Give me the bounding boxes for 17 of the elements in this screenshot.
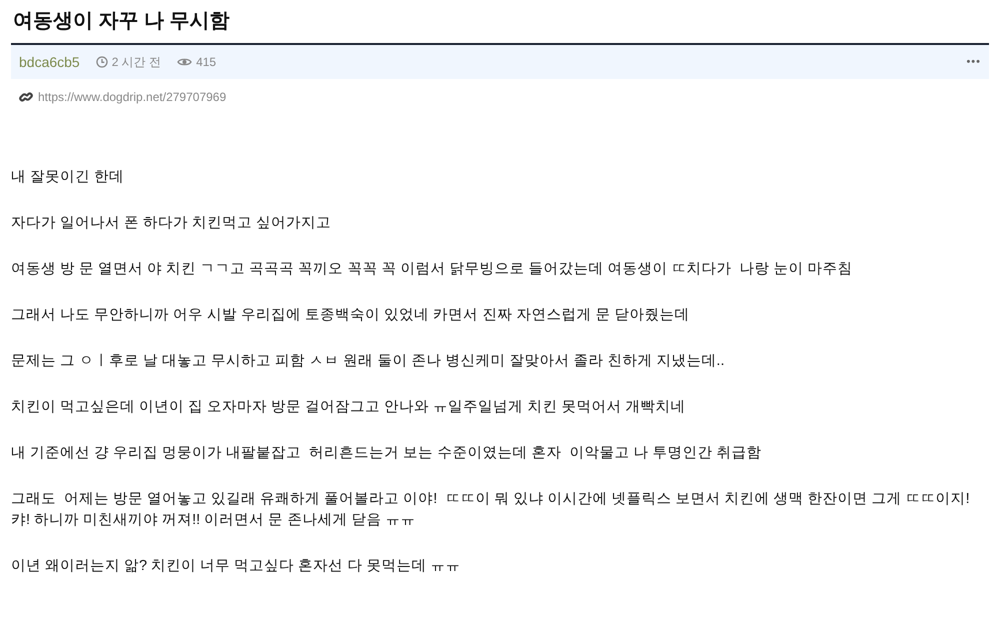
eye-icon [177,57,192,67]
body-paragraph: 그래도 어제는 방문 열어놓고 있길래 유쾌하게 풀어볼라고 이야! ㄸㄸ이 뭐 있냐 이시간에 넷플릭스 보면서 치킨에 생맥 한잔이면 그게 ㄸㄸ이지! 캬! 하니까 미친새끼야 꺼져!! 이러면서 문 존나세게 닫음 ㅠㅠ [11,490,971,530]
more-button[interactable]: ••• [966,56,981,68]
body-paragraph: 자다가 일어나서 폰 하다가 치킨먹고 싶어가지고 [11,214,332,233]
body-paragraph: 이년 왜이러는지 앎? 치킨이 너무 먹고싶다 혼자선 다 못먹는데 ㅠㅠ [11,557,462,576]
body-paragraph: 문제는 그 ㅇㅣ후로 날 대놓고 무시하고 피함 ㅅㅂ 원래 둘이 존나 병신케미 잘맞아서 졸라 친하게 지냈는데.. [11,352,726,371]
post-url-link[interactable]: https://www.dogdrip.net/279707969 [38,90,226,104]
body-paragraph: 치킨이 먹고싶은데 이년이 집 오자마자 방문 걸어잠그고 안나와 ㅠ일주일넘게 치킨 못먹어서 개빡치네 [11,398,686,417]
post-time: 2 시간 전 [112,54,162,70]
link-icon [19,90,33,104]
clock-icon [96,56,108,68]
view-count: 415 [196,55,216,69]
body-paragraph: 내 잘못이긴 한데 [11,168,126,187]
body-paragraph: 그래서 나도 무안하니까 어우 시발 우리집에 토종백숙이 있었네 카면서 진짜 자연스럽게 문 닫아줬는데 [11,306,690,325]
author-link[interactable]: bdca6cb5 [19,54,80,70]
body-paragraph: 여동생 방 문 열면서 야 치킨 ㄱㄱ고 곡곡곡 꼭끼오 꼭꼭 꼭 이럼서 닭무빙으로 들어갔는데 여동생이 ㄸ치다가 나랑 눈이 마주침 [11,260,854,279]
body-paragraph: 내 기준에선 걍 우리집 멍뭉이가 내팔붙잡고 허리흔드는거 보는 수준이였는데 혼자 이악물고 나 투명인간 취급함 [11,444,762,463]
